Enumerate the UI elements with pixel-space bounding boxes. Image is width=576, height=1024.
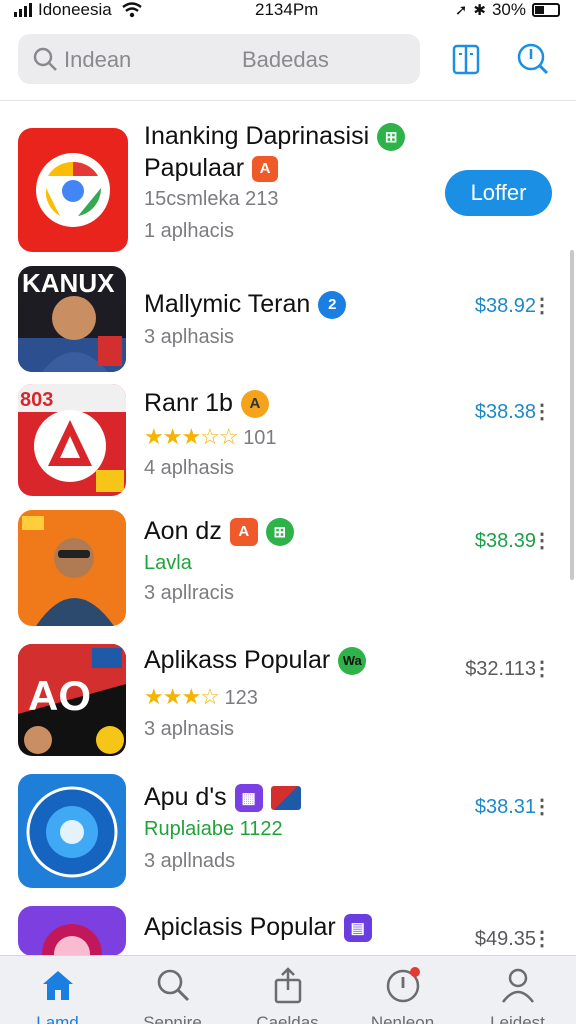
app-meta: 4 aplhasis [144,457,235,479]
price-label: $38.39 [474,530,536,552]
share-icon [274,967,302,1004]
more-options-icon[interactable]: ⋮ [532,656,552,681]
more-options-icon[interactable]: ⋮ [532,399,552,424]
verified-badge-icon: ⊞ [265,517,294,546]
more-options-icon[interactable]: ⋮ [532,794,552,819]
app-icon-aplikass: AO [18,644,126,756]
app-meta: 3 apllracis [144,582,235,604]
header-divider [0,100,576,101]
app-title: Ranr 1b A [144,389,269,418]
more-options-icon[interactable]: ⋮ [532,293,552,318]
app-title: Inanking Daprinasisi ⊞ [144,122,406,151]
svg-text:803: 803 [20,389,53,411]
app-icon-kanux: KANUX [18,266,126,372]
book-icon[interactable] [448,40,484,78]
price-label: $32.113 [465,658,536,680]
app-rating: ★★★☆ 123 [144,684,258,709]
app-icon-apu [18,774,126,888]
app-meta: 3 aplhasis [144,326,235,348]
app-title-line2: Papulaar A [144,154,279,183]
offer-button[interactable]: Loffer [445,170,552,216]
verified-badge-icon: ⊞ [377,122,406,151]
battery-percent: 30% [491,0,526,19]
app-title: Mallymic Teran 2 [144,290,347,319]
app-icon-aon [18,510,126,626]
person-icon [502,968,534,1003]
app-title: Aplikass Popular Wa [144,646,367,675]
more-options-icon[interactable]: ⋮ [532,528,552,553]
clock: 2134Pm [255,0,319,19]
search-icon [157,969,190,1002]
location-icon: ➚ [454,2,468,19]
tab-bar: Lamd Sepnire Caeldas Nenleon Leidest [0,955,576,1024]
bluetooth-icon: ✱ [473,2,486,19]
category-badge-icon: A [229,517,258,546]
home-icon [43,971,73,1000]
tab-search[interactable]: Sepnire [115,956,230,1024]
search-secondary-text: Badedas [242,47,329,72]
app-rating: ★★★☆☆ 101 [144,424,277,449]
app-meta: 3 apllnads [144,850,236,872]
scrollbar[interactable] [570,250,574,580]
status-bar: Idoneesia 2134Pm ➚ ✱ 30% [0,0,576,22]
price-label: $38.92 [474,295,536,317]
app-title: Apiclasis Popular ▤ [144,913,372,942]
search-icon [33,47,57,71]
category-badge: A [240,389,269,418]
flag-icon [270,785,301,810]
search-input[interactable]: Indean [64,47,131,73]
app-icon-ranr: 803 [18,384,126,496]
count-badge: 2 [318,290,347,319]
svg-text:AO: AO [28,672,91,719]
search-bar[interactable]: Indean Badedas [18,34,420,84]
price-label: $38.38 [474,401,536,423]
category-badge-icon: A [252,155,279,182]
gallery-badge-icon: ▦ [234,783,263,812]
app-icon-apiclasis [18,906,126,956]
price-label: $49.35 [474,928,536,950]
app-title: Apu d's ▦ [144,783,301,812]
app-subtitle: 15csmleka 213 [144,188,279,210]
app-subtitle: Lavla [144,552,192,574]
tab-profile[interactable]: Leidest [460,956,575,1024]
alert-icon [386,967,420,1003]
tab-alerts[interactable]: Nenleon [345,956,460,1024]
app-meta: 1 aplhacis [144,220,235,242]
price-label: $38.31 [474,796,536,818]
carrier-label: Idoneesia [38,0,112,19]
app-icon-browser [18,128,128,252]
tab-share[interactable]: Caeldas [230,956,345,1024]
category-badge: Wa [338,646,367,675]
star-rating-icon: ★★★☆☆ [144,424,239,449]
gallery-badge-icon: ▤ [343,913,372,942]
more-options-icon[interactable]: ⋮ [532,926,552,951]
app-subtitle: Ruplaiabe 1122 [144,818,283,840]
star-rating-icon: ★★★☆ [144,684,220,709]
battery-icon [532,3,560,17]
search-refresh-icon[interactable] [514,40,550,78]
svg-text:KANUX: KANUX [22,268,115,298]
tab-home[interactable]: Lamd [0,956,115,1024]
signal-icon [14,3,32,17]
app-title: Aon dz A ⊞ [144,517,294,546]
wifi-icon [121,2,142,18]
app-meta: 3 aplnasis [144,718,235,740]
